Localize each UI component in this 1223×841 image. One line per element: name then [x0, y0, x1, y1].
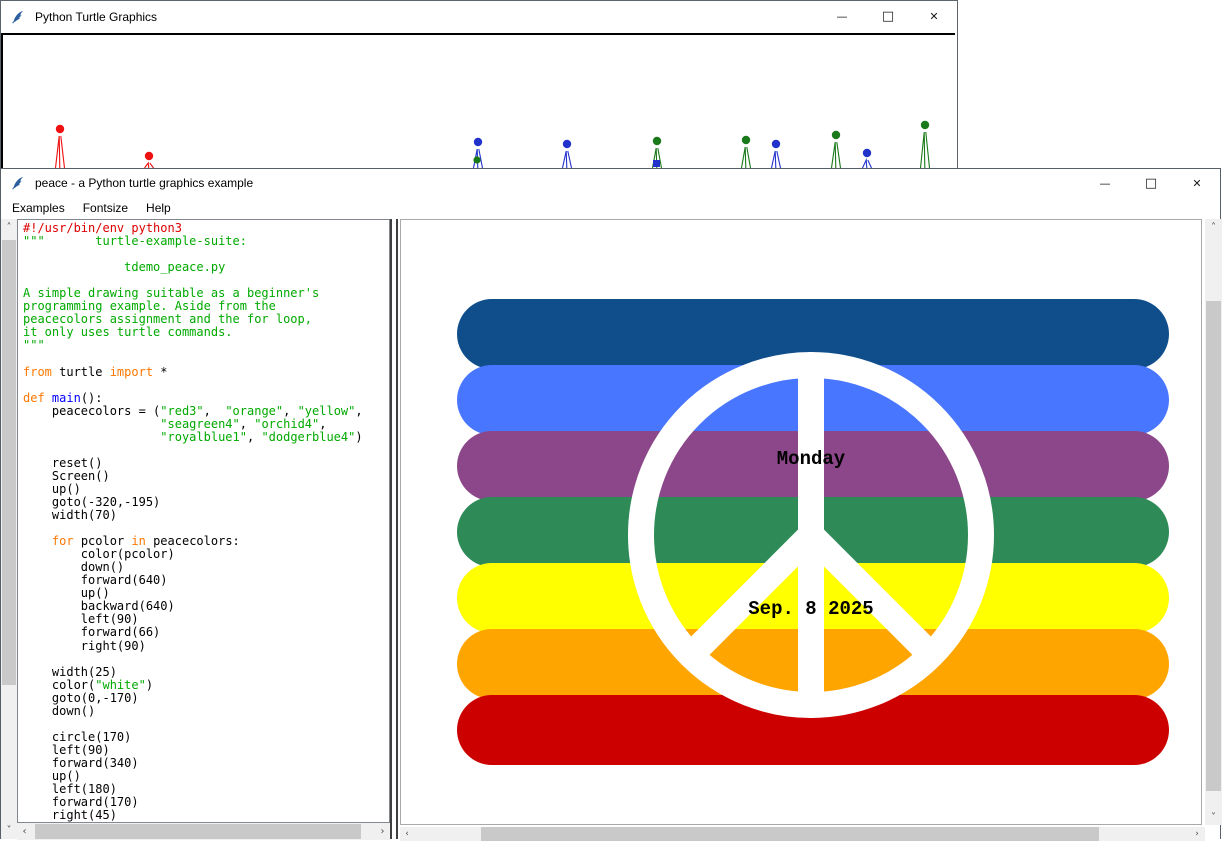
scroll-down-icon[interactable]: ˅: [1, 822, 17, 838]
code-line: "royalblue1", "dodgerblue4"): [23, 431, 389, 444]
window-title: peace - a Python turtle graphics example: [35, 176, 253, 190]
tree-sprout: [832, 131, 841, 168]
scroll-down-icon[interactable]: ˅: [1205, 809, 1222, 825]
code-horizontal-scrollbar[interactable]: ‹ ›: [17, 823, 390, 840]
peace-window: peace - a Python turtle graphics example…: [0, 168, 1221, 839]
code-vertical-scrollbar[interactable]: ˄ ˅: [1, 219, 17, 839]
tk-feather-icon: [10, 175, 26, 191]
turtle-drawing-canvas: Monday Sep. 8 2025: [400, 219, 1202, 825]
tree-sprout: [921, 121, 930, 168]
scrollbar-thumb[interactable]: [2, 240, 16, 685]
title-bar: Python Turtle Graphics — □ ✕: [1, 1, 957, 32]
scroll-up-icon[interactable]: ˄: [1, 219, 17, 235]
tree-sprout: [863, 149, 872, 168]
code-line: down(): [23, 705, 389, 718]
trees-svg: [3, 35, 953, 169]
tree-sprout: [653, 137, 662, 168]
menu-bar: ExamplesFontsizeHelp: [1, 197, 1220, 219]
code-line: right(90): [23, 640, 389, 653]
window-controls: — □ ✕: [819, 1, 957, 32]
code-pane[interactable]: #!/usr/bin/env python3""" turtle-example…: [17, 219, 390, 823]
menu-examples[interactable]: Examples: [3, 198, 74, 218]
tree-sprout: [563, 140, 572, 168]
pane-sash[interactable]: [390, 219, 398, 839]
tree-sprout: [56, 125, 65, 168]
minimize-button[interactable]: —: [819, 1, 865, 32]
code-line: """: [23, 339, 389, 352]
tree-sprout: [772, 140, 781, 168]
tk-feather-icon: [10, 9, 26, 25]
code-line: it only uses turtle commands.: [23, 326, 389, 339]
scroll-up-icon[interactable]: ˄: [1205, 219, 1222, 235]
code-line: tdemo_peace.py: [23, 261, 389, 274]
maximize-button[interactable]: □: [865, 1, 911, 32]
paned-window: ˄ ˅ #!/usr/bin/env python3""" turtle-exa…: [1, 219, 1220, 839]
canvas-vertical-scrollbar[interactable]: ˄ ˅: [1205, 219, 1222, 825]
scroll-left-icon[interactable]: ‹: [17, 823, 32, 840]
window-controls: — □ ✕: [1082, 169, 1220, 197]
code-line: from turtle import *: [23, 366, 389, 379]
tree-sprout: [473, 138, 482, 168]
scroll-right-icon[interactable]: ›: [375, 823, 390, 840]
code-text: #!/usr/bin/env python3""" turtle-example…: [18, 220, 389, 823]
close-button[interactable]: ✕: [1174, 169, 1220, 197]
scrollbar-thumb[interactable]: [35, 824, 361, 839]
canvas-text-label: Sep. 8 2025: [748, 598, 873, 620]
maximize-button[interactable]: □: [1128, 169, 1174, 197]
tree-sprout: [742, 136, 751, 168]
peace-drawing-svg: Monday Sep. 8 2025: [401, 220, 1201, 824]
scrollbar-thumb[interactable]: [1206, 301, 1221, 791]
minimize-button[interactable]: —: [1082, 169, 1128, 197]
window-title: Python Turtle Graphics: [35, 10, 157, 24]
menu-help[interactable]: Help: [137, 198, 180, 218]
title-bar: peace - a Python turtle graphics example…: [1, 169, 1220, 197]
tree-sprout: [145, 152, 154, 168]
canvas-text-label: Monday: [777, 448, 846, 470]
close-button[interactable]: ✕: [911, 1, 957, 32]
menu-fontsize[interactable]: Fontsize: [74, 198, 137, 218]
code-line: """ turtle-example-suite:: [23, 235, 389, 248]
code-line: width(70): [23, 509, 389, 522]
